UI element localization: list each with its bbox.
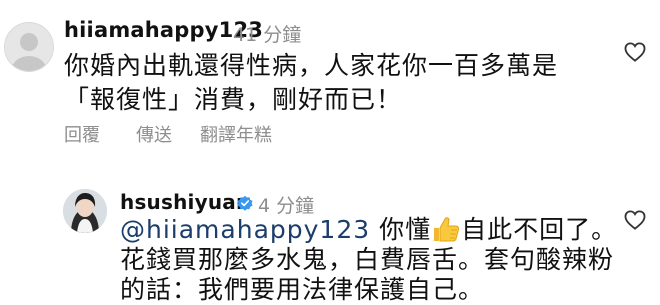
comment-text: @hiiamahappy123 你懂 自此不回了。花錢買那麼多水鬼，白費唇舌。套句… — [120, 215, 620, 305]
comment-timestamp: 41 分鐘 — [233, 24, 302, 46]
comment-text: 你婚內出軌還得性病，人家花你一百多萬是「報復性」消費，剛好而已！ — [64, 51, 559, 114]
like-heart-icon[interactable] — [624, 210, 646, 230]
verified-badge-icon — [237, 195, 253, 211]
translate-button[interactable]: 翻譯年糕 — [200, 121, 272, 147]
share-button[interactable]: 傳送 — [136, 121, 172, 147]
reply-button[interactable]: 回覆 — [64, 121, 100, 147]
user-mention-link[interactable]: @hiiamahappy123 — [120, 215, 370, 244]
comment-text-part: 你懂 — [379, 215, 432, 244]
comment-username[interactable]: hsushiyuan — [120, 190, 250, 214]
like-heart-icon[interactable] — [624, 42, 646, 62]
comment-timestamp: 4 分鐘 — [258, 195, 315, 217]
thumbs-up-icon — [434, 217, 460, 242]
user-avatar[interactable] — [63, 189, 107, 233]
user-avatar[interactable] — [4, 22, 54, 72]
